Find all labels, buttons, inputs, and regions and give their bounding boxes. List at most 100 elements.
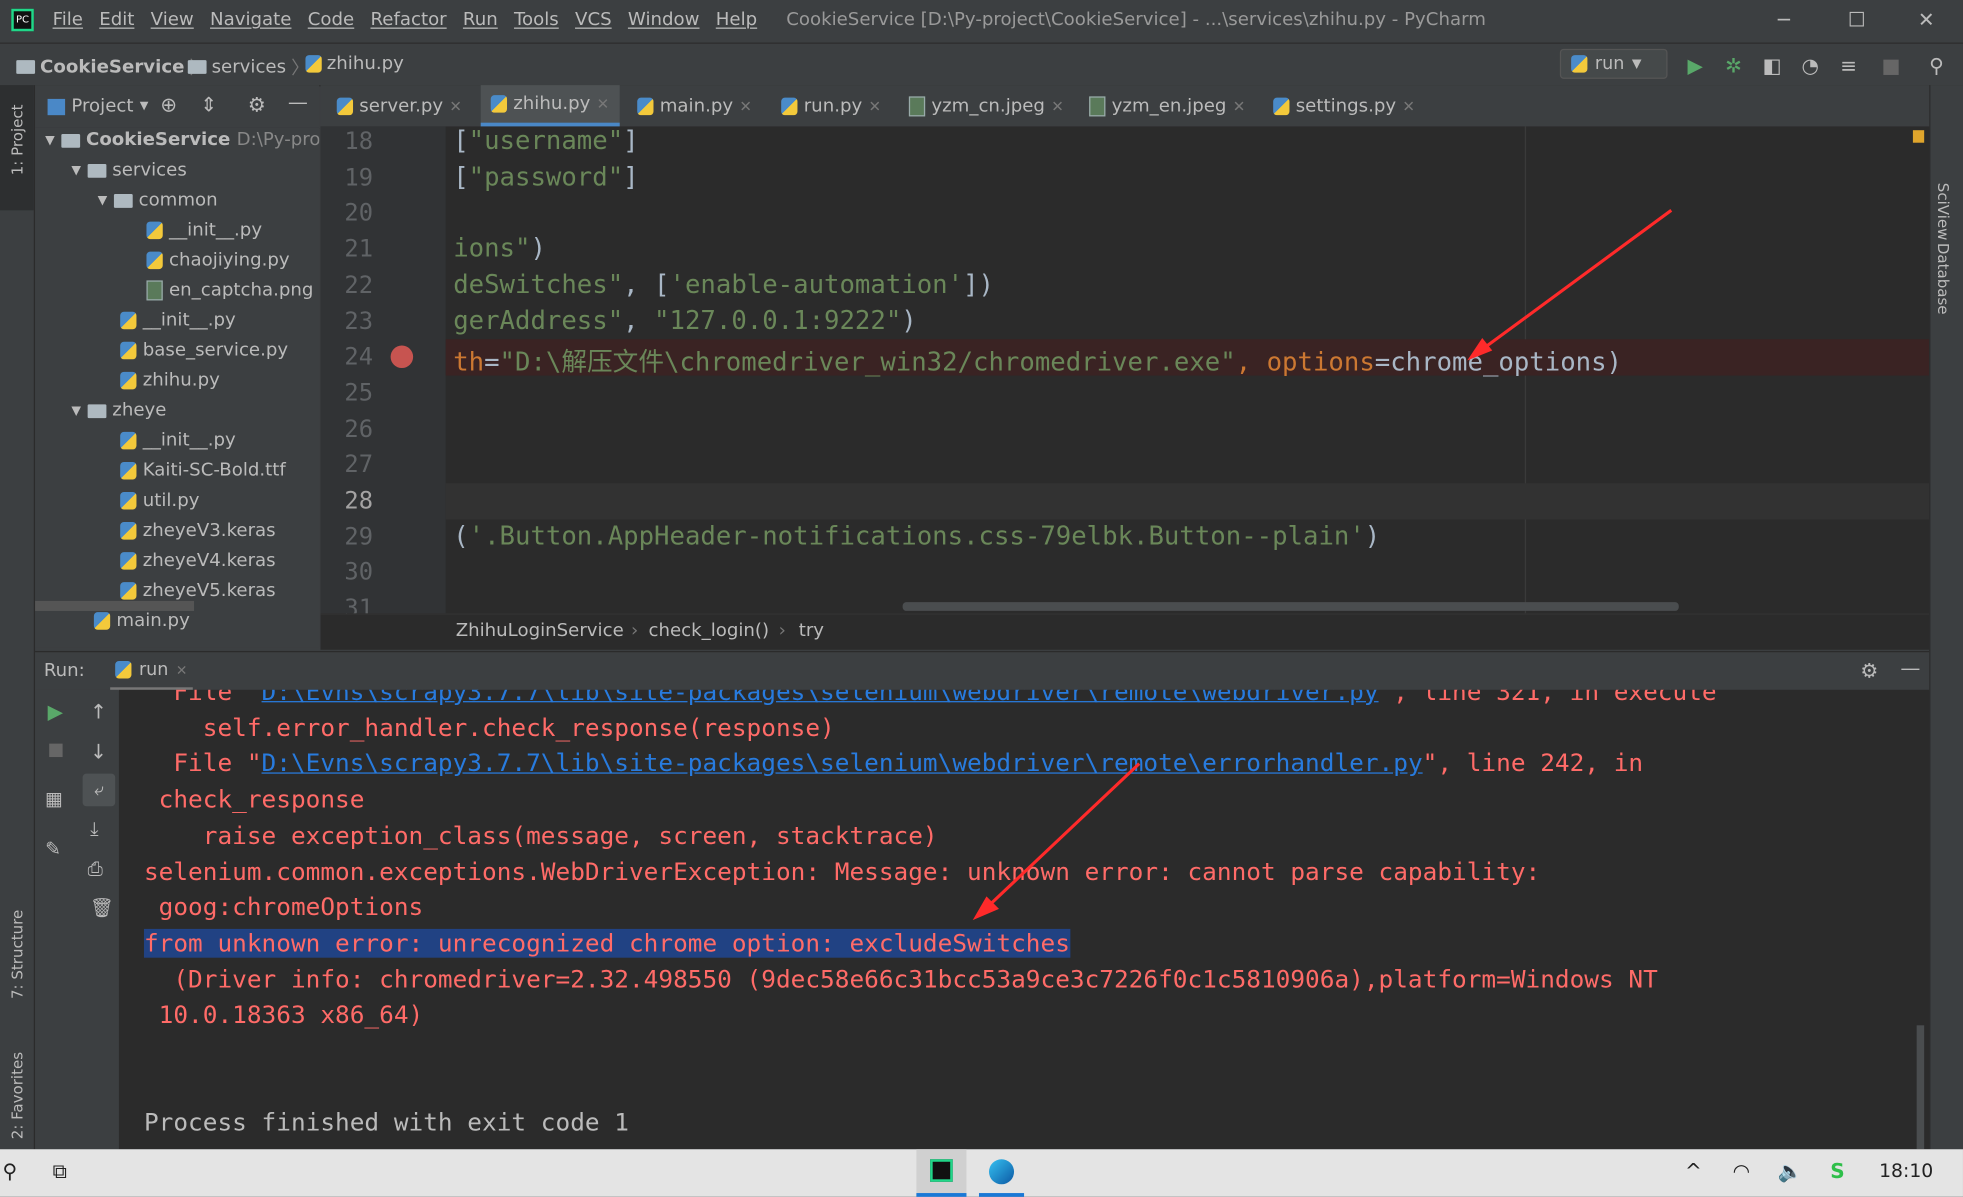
close-tab-icon[interactable]: ✕ bbox=[1233, 97, 1246, 115]
console-scrollbar[interactable] bbox=[1916, 1025, 1925, 1150]
tree-item[interactable]: en_captcha.png bbox=[146, 280, 313, 301]
expand-arrow-icon[interactable]: ▼ bbox=[71, 163, 81, 177]
tab-server-py[interactable]: server.py ✕ bbox=[327, 85, 472, 126]
tree-item[interactable]: zhihu.py bbox=[120, 371, 220, 391]
print-icon[interactable]: ⎙ bbox=[88, 858, 103, 881]
taskbar-pycharm[interactable] bbox=[916, 1149, 967, 1197]
file-link[interactable]: D:\Evns\scrapy3.7.7\lib\site-packages\se… bbox=[262, 690, 1379, 706]
taskbar-edge[interactable] bbox=[978, 1149, 1025, 1197]
close-button[interactable]: ✕ bbox=[1918, 8, 1935, 32]
stop-icon[interactable]: ■ bbox=[48, 740, 65, 760]
tree-item[interactable]: zheyeV3.keras bbox=[120, 521, 276, 541]
tree-item[interactable]: chaojiying.py bbox=[146, 250, 290, 270]
close-tab-icon[interactable]: ✕ bbox=[739, 97, 752, 115]
hide-icon[interactable]: — bbox=[1900, 656, 1920, 680]
file-link[interactable]: D:\Evns\scrapy3.7.7\lib\site-packages\se… bbox=[262, 749, 1423, 778]
tab-main-py[interactable]: main.py ✕ bbox=[627, 85, 762, 126]
soft-wrap-icon[interactable]: ⤶ bbox=[82, 773, 116, 807]
clock[interactable]: 18:10 bbox=[1879, 1159, 1933, 1182]
rerun-icon[interactable]: ▶ bbox=[48, 700, 63, 724]
down-arrow-icon[interactable]: ↓ bbox=[90, 740, 107, 764]
run-icon[interactable]: ▶ bbox=[1688, 54, 1703, 78]
menu-item-refactor[interactable]: Refactor bbox=[371, 10, 447, 30]
tree-item[interactable]: __init__.py bbox=[146, 220, 262, 240]
menu-item-file[interactable]: File bbox=[53, 10, 83, 30]
trash-icon[interactable]: 🗑 bbox=[90, 896, 114, 919]
minimize-button[interactable]: ─ bbox=[1778, 8, 1790, 32]
maximize-button[interactable]: ☐ bbox=[1848, 8, 1866, 32]
tree-item[interactable]: zheyeV5.keras bbox=[120, 581, 276, 601]
expand-arrow-icon[interactable]: ▼ bbox=[71, 404, 81, 418]
search-icon[interactable]: ⚲ bbox=[3, 1159, 18, 1183]
volume-icon[interactable]: 🔈 bbox=[1778, 1159, 1803, 1183]
tree-item[interactable]: ▼ CookieService D:\Py-proj bbox=[45, 130, 319, 150]
search-icon[interactable]: ⚲ bbox=[1929, 54, 1944, 78]
run-tab[interactable]: run ✕ bbox=[110, 652, 193, 692]
close-tab-icon[interactable]: ✕ bbox=[1051, 97, 1064, 115]
run-console[interactable]: File "D:\Evns\scrapy3.7.7\lib\site-packa… bbox=[118, 689, 1930, 1150]
concurrency-icon[interactable]: ≡ bbox=[1840, 54, 1857, 78]
profile-icon[interactable]: ◔ bbox=[1801, 54, 1818, 78]
menu-item-code[interactable]: Code bbox=[308, 10, 354, 30]
tree-item[interactable]: util.py bbox=[120, 491, 199, 511]
close-tab-icon[interactable]: ✕ bbox=[597, 95, 610, 113]
expand-arrow-icon[interactable]: ▼ bbox=[98, 193, 108, 207]
breadcrumb-class[interactable]: ZhihuLoginService bbox=[456, 621, 624, 641]
close-tab-icon[interactable]: ✕ bbox=[176, 662, 188, 678]
tree-item[interactable]: zheyeV4.keras bbox=[120, 551, 276, 571]
tree-item[interactable]: ▼ zheye bbox=[71, 401, 166, 421]
tab-settings-py[interactable]: settings.py ✕ bbox=[1263, 85, 1425, 126]
code-editor[interactable]: 18 ["username"] 19 ["password"] 20 21 ions") 22… bbox=[320, 126, 1930, 614]
tab-run-py[interactable]: run.py ✕ bbox=[771, 85, 891, 126]
nav-crumb-file[interactable]: zhihu.py bbox=[305, 54, 404, 74]
pin-icon[interactable]: ✎ bbox=[45, 838, 61, 861]
project-view-select[interactable]: Project ▼ bbox=[47, 96, 148, 116]
close-tab-icon[interactable]: ✕ bbox=[869, 97, 882, 115]
run-config-select[interactable]: run ▼ bbox=[1559, 48, 1668, 79]
menu-item-tools[interactable]: Tools bbox=[514, 10, 559, 30]
breadcrumb-method[interactable]: check_login() bbox=[648, 621, 769, 641]
scroll-to-end-icon[interactable]: ⤓ bbox=[90, 817, 98, 840]
close-tab-icon[interactable]: ✕ bbox=[1402, 97, 1415, 115]
chevron-up-icon[interactable]: ^ bbox=[1685, 1159, 1702, 1183]
menu-item-view[interactable]: View bbox=[151, 10, 194, 30]
wifi-icon[interactable]: ◠ bbox=[1733, 1159, 1750, 1183]
locate-icon[interactable]: ⊕ bbox=[160, 93, 177, 117]
sciview-tool-tab[interactable]: SciView bbox=[1934, 183, 1952, 241]
nav-crumb-services[interactable]: services 〉 bbox=[187, 54, 309, 80]
menu-item-navigate[interactable]: Navigate bbox=[210, 10, 291, 30]
tab-yzm_en-jpeg[interactable]: yzm_en.jpeg ✕ bbox=[1079, 85, 1255, 126]
collapse-icon[interactable]: ⇕ bbox=[200, 93, 217, 117]
up-arrow-icon[interactable]: ↑ bbox=[90, 700, 107, 724]
tree-item[interactable]: Kaiti-SC-Bold.ttf bbox=[120, 461, 286, 481]
database-tool-tab[interactable]: Database bbox=[1934, 243, 1952, 315]
favorites-tool-tab[interactable]: 2: Favorites bbox=[9, 1052, 27, 1139]
gear-icon[interactable]: ⚙ bbox=[1860, 658, 1878, 682]
tree-item[interactable]: ▼ common bbox=[98, 190, 218, 210]
debug-icon[interactable]: ✲ bbox=[1725, 54, 1742, 78]
tree-item[interactable]: __init__.py bbox=[120, 431, 236, 451]
tree-item[interactable]: __init__.py bbox=[120, 310, 236, 331]
nav-crumb-project[interactable]: CookieService〉 bbox=[16, 54, 208, 80]
menu-item-vcs[interactable]: VCS bbox=[575, 10, 612, 30]
tab-zhihu-py[interactable]: zhihu.py ✕ bbox=[480, 85, 620, 127]
expand-arrow-icon[interactable]: ▼ bbox=[45, 133, 55, 147]
coverage-icon[interactable]: ◧ bbox=[1763, 54, 1782, 78]
task-view-icon[interactable]: ⧉ bbox=[53, 1159, 67, 1184]
tree-item[interactable]: ▼ services bbox=[71, 160, 186, 180]
menu-item-window[interactable]: Window bbox=[628, 10, 700, 30]
menu-item-help[interactable]: Help bbox=[716, 10, 757, 30]
layout-icon[interactable]: ▦ bbox=[45, 787, 63, 810]
horizontal-scrollbar[interactable] bbox=[902, 602, 1679, 611]
tree-scrollbar[interactable] bbox=[35, 600, 195, 611]
project-tool-tab[interactable]: 1: Project bbox=[9, 104, 27, 175]
hide-icon[interactable]: — bbox=[288, 90, 308, 114]
tree-item[interactable]: base_service.py bbox=[120, 341, 288, 361]
tab-yzm_cn-jpeg[interactable]: yzm_cn.jpeg ✕ bbox=[899, 85, 1074, 126]
gear-icon[interactable]: ⚙ bbox=[248, 93, 266, 117]
menu-item-edit[interactable]: Edit bbox=[99, 10, 134, 30]
tree-item[interactable]: main.py bbox=[93, 611, 190, 631]
close-tab-icon[interactable]: ✕ bbox=[449, 97, 462, 115]
menu-item-run[interactable]: Run bbox=[463, 10, 498, 30]
stop-icon[interactable]: ■ bbox=[1882, 54, 1901, 78]
